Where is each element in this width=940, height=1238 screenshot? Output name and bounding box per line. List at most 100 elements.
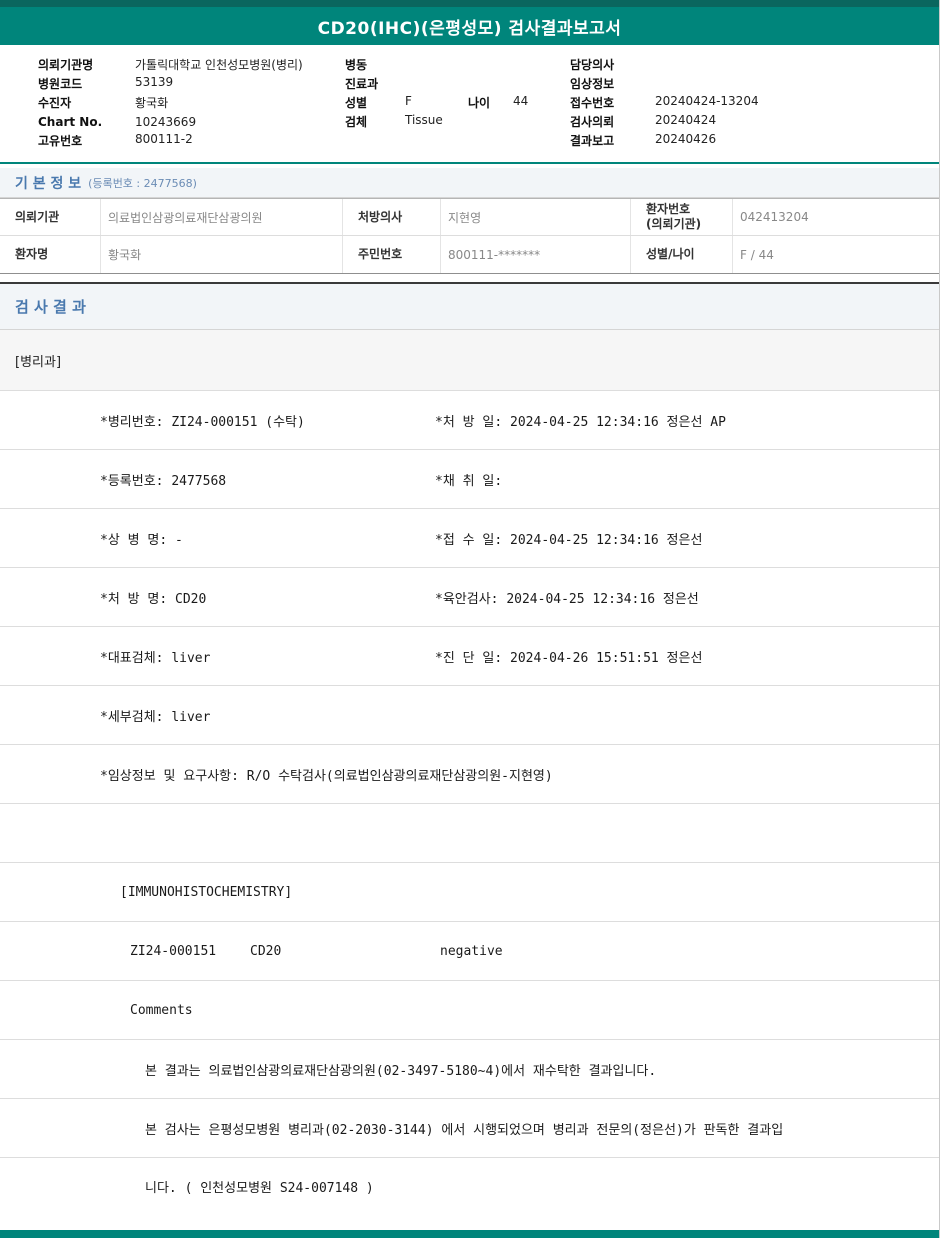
table-row: 의뢰기관 의료법인삼광의료재단삼광의원 처방의사 지현영 환자번호 (의뢰기관)… bbox=[0, 199, 939, 236]
registration-number: *등록번호: 2477568 bbox=[100, 473, 227, 489]
patient-header-row: 병원코드 53139 진료과 임상정보 bbox=[38, 74, 939, 93]
diagnosis-date: *진 단 일: 2024-04-26 15:51:51 정은선 bbox=[435, 650, 703, 666]
field-label: 의뢰기관 bbox=[15, 209, 60, 224]
field-referrer-name: 의뢰기관명 가톨릭대학교 인천성모병원(병리) bbox=[38, 56, 345, 73]
field-label: 나이 bbox=[468, 96, 491, 110]
field-value: 20240426 bbox=[655, 132, 717, 146]
collection-date: *채 취 일: bbox=[435, 473, 503, 489]
field-label: 환자번호 (의뢰기관) bbox=[630, 199, 732, 235]
comment-row: 니다. ( 인천성모병원 S24-007148 ) bbox=[0, 1158, 939, 1214]
result-row: *등록번호: 2477568 *채 취 일: bbox=[0, 450, 939, 509]
patient-header-row: 의뢰기관명 가톨릭대학교 인천성모병원(병리) 병동 담당의사 bbox=[38, 55, 939, 74]
order-date: *처 방 일: 2024-04-25 12:34:16 정은선 AP bbox=[435, 414, 726, 430]
field-label: 의뢰기관명 bbox=[38, 58, 94, 72]
field-chart-no: Chart No. 10243669 bbox=[38, 115, 345, 129]
field-value: 800111-******* bbox=[440, 236, 630, 273]
field-value: F bbox=[405, 94, 412, 108]
field-label: 검체 bbox=[345, 115, 368, 129]
comment-row: 본 검사는 은평성모병원 병리과(02-2030-3144) 에서 시행되었으며… bbox=[0, 1099, 939, 1158]
section-title: 기 본 정 보 bbox=[15, 175, 82, 192]
patient-header-row: 고유번호 800111-2 결과보고 20240426 bbox=[38, 131, 939, 150]
patient-header-row: Chart No. 10243669 검체 Tissue 검사의뢰 202404… bbox=[38, 112, 939, 131]
basic-info-section-header: 기 본 정 보 (등록번호 : 2477568) bbox=[0, 168, 939, 198]
field-label: 병원코드 bbox=[38, 77, 83, 91]
clinical-info-line: *임상정보 및 요구사항: R/O 수탁검사(의료법인삼광의료재단삼광의원-지현… bbox=[100, 768, 553, 784]
patient-header: 의뢰기관명 가톨릭대학교 인천성모병원(병리) 병동 담당의사 병원코드 531… bbox=[0, 45, 939, 162]
ihc-header-row: [IMMUNOHISTOCHEMISTRY] bbox=[0, 863, 939, 922]
field-request-date: 검사의뢰 20240424 bbox=[570, 113, 939, 130]
field-label: 결과보고 bbox=[570, 134, 615, 148]
bottom-accent-strip bbox=[0, 1230, 939, 1238]
field-label: 환자명 bbox=[15, 247, 49, 261]
field-label: 처방의사 bbox=[342, 199, 440, 235]
result-row: *세부검체: liver bbox=[0, 686, 939, 745]
pathology-number: *병리번호: ZI24-000151 (수탁) bbox=[100, 414, 305, 430]
main-specimen: *대표검체: liver bbox=[100, 650, 211, 666]
field-accession-number: 접수번호 20240424-13204 bbox=[570, 94, 939, 111]
gross-exam-date: *육안검사: 2024-04-25 12:34:16 정은선 bbox=[435, 591, 699, 607]
report-title: CD20(IHC)(은평성모) 검사결과보고서 bbox=[317, 18, 622, 39]
field-label: 성별/나이 bbox=[630, 236, 732, 273]
report-page: CD20(IHC)(은평성모) 검사결과보고서 의뢰기관명 가톨릭대학교 인천성… bbox=[0, 0, 940, 1238]
department-row: [병리과] bbox=[0, 330, 939, 391]
ihc-specimen-no: ZI24-000151 bbox=[130, 943, 217, 959]
result-row: *대표검체: liver *진 단 일: 2024-04-26 15:51:51… bbox=[0, 627, 939, 686]
field-ward: 병동 bbox=[345, 56, 570, 73]
field-value: 44 bbox=[513, 94, 529, 108]
top-accent-strip bbox=[0, 0, 939, 7]
section-title: 검 사 결 과 bbox=[15, 298, 86, 316]
comments-label: Comments bbox=[130, 1002, 193, 1018]
field-value: 20240424-13204 bbox=[655, 94, 759, 108]
result-row: *상 병 명: - *접 수 일: 2024-04-25 12:34:16 정은… bbox=[0, 509, 939, 568]
field-label: 수진자 bbox=[38, 96, 72, 110]
receipt-date: *접 수 일: 2024-04-25 12:34:16 정은선 bbox=[435, 532, 703, 548]
field-label: 검사의뢰 bbox=[570, 115, 615, 129]
field-label: 담당의사 bbox=[570, 58, 615, 72]
field-label: 주민번호 bbox=[342, 236, 440, 273]
comment-row: 본 결과는 의료법인삼광의료재단삼광의원(02-3497-5180~4)에서 재… bbox=[0, 1040, 939, 1099]
comment-line: 본 결과는 의료법인삼광의료재단삼광의원(02-3497-5180~4)에서 재… bbox=[145, 1063, 657, 1079]
divider-rule bbox=[0, 162, 939, 164]
registration-note: (등록번호 : 2477568) bbox=[88, 176, 197, 190]
field-report-date: 결과보고 20240426 bbox=[570, 132, 939, 149]
field-value: 042413204 bbox=[732, 199, 939, 235]
field-value: 10243669 bbox=[135, 114, 197, 129]
comment-line: 니다. ( 인천성모병원 S24-007148 ) bbox=[145, 1180, 374, 1196]
ihc-result-row: ZI24-000151 CD20 negative bbox=[0, 922, 939, 981]
field-hospital-code: 병원코드 53139 bbox=[38, 75, 345, 92]
field-value: 황국화 bbox=[135, 96, 169, 110]
report-title-band: CD20(IHC)(은평성모) 검사결과보고서 bbox=[0, 7, 939, 45]
results-section-header: 검 사 결 과 bbox=[0, 282, 939, 330]
basic-info-table: 의뢰기관 의료법인삼광의료재단삼광의원 처방의사 지현영 환자번호 (의뢰기관)… bbox=[0, 198, 939, 274]
field-value: 800111-2 bbox=[135, 132, 193, 146]
field-value: Tissue bbox=[405, 113, 443, 127]
ihc-result-value: negative bbox=[440, 943, 503, 959]
diagnosis-name: *상 병 명: - bbox=[100, 532, 183, 548]
field-value: 가톨릭대학교 인천성모병원(병리) bbox=[135, 58, 303, 72]
order-name: *처 방 명: CD20 bbox=[100, 591, 207, 607]
field-doctor-in-charge: 담당의사 bbox=[570, 56, 939, 73]
comment-line: 본 검사는 은평성모병원 병리과(02-2030-3144) 에서 시행되었으며… bbox=[145, 1122, 784, 1138]
field-patient-name: 수진자 황국화 bbox=[38, 94, 345, 111]
field-label: 고유번호 bbox=[38, 134, 83, 148]
result-row: *처 방 명: CD20 *육안검사: 2024-04-25 12:34:16 … bbox=[0, 568, 939, 627]
field-specimen: 검체 Tissue bbox=[345, 113, 570, 130]
field-value: 의료법인삼광의료재단삼광의원 bbox=[100, 199, 342, 235]
ihc-test-name: CD20 bbox=[250, 943, 282, 959]
field-sex-age: 성별 F 나이 44 bbox=[345, 94, 570, 111]
result-row: *병리번호: ZI24-000151 (수탁) *처 방 일: 2024-04-… bbox=[0, 391, 939, 450]
field-label: 진료과 bbox=[345, 77, 379, 91]
table-row: 환자명 황국화 주민번호 800111-******* 성별/나이 F / 44 bbox=[0, 236, 939, 273]
ihc-header: [IMMUNOHISTOCHEMISTRY] bbox=[120, 884, 293, 900]
field-value: F / 44 bbox=[732, 236, 939, 273]
patient-header-row: 수진자 황국화 성별 F 나이 44 접수번호 20240424-13204 bbox=[38, 93, 939, 112]
field-value: 20240424 bbox=[655, 113, 717, 127]
field-label: Chart No. bbox=[38, 114, 103, 129]
field-department: 진료과 bbox=[345, 75, 570, 92]
empty-row bbox=[0, 804, 939, 863]
field-value: 53139 bbox=[135, 75, 174, 89]
field-clinical-info: 임상정보 bbox=[570, 75, 939, 92]
field-unique-number: 고유번호 800111-2 bbox=[38, 132, 345, 149]
field-value: 지현영 bbox=[440, 199, 630, 235]
